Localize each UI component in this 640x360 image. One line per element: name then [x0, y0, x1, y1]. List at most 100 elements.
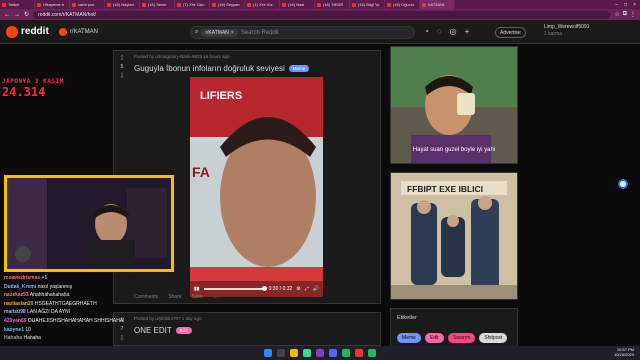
tab-label: (16) 'NEDR — [323, 2, 344, 7]
subreddit-selector[interactable]: r/KATMAN — [55, 26, 102, 38]
post-title[interactable]: Guguyla İbonun infoların doğruluk seviye… — [134, 64, 285, 73]
obs-icon[interactable] — [355, 349, 363, 357]
close-window-icon[interactable]: × — [633, 2, 636, 8]
tag-chip[interactable]: Tasarım — [447, 333, 476, 343]
chat-username[interactable]: Hahaha — [4, 335, 22, 341]
tag-chip[interactable]: Meme — [397, 333, 421, 343]
create-post-icon[interactable]: + — [465, 27, 470, 36]
chrome-icon[interactable] — [303, 349, 311, 357]
browser-tab[interactable]: (16) Sesin — [140, 0, 175, 9]
progress-handle[interactable] — [262, 286, 268, 291]
subreddit-icon — [58, 27, 67, 36]
chat-message: 420yan69 OUAHEJISHISHAHAHAHAH SHHISHAHAH… — [4, 317, 124, 326]
back-icon[interactable]: ← — [4, 12, 10, 18]
star-icon[interactable]: ☆ — [614, 11, 619, 18]
spotify-icon[interactable] — [342, 349, 350, 357]
post-title-row[interactable]: Guguyla İbonun infoların doğruluk seviye… — [134, 64, 310, 73]
volume-icon[interactable]: 🔊 — [313, 286, 319, 292]
notification-icon[interactable]: ◎ — [450, 27, 457, 36]
forward-icon[interactable]: → — [14, 12, 20, 18]
browser-tab[interactable]: (16) 'NEDR — [315, 0, 350, 9]
chat-icon[interactable]: ◌ — [437, 27, 442, 36]
search-taskbar-icon[interactable] — [277, 349, 285, 357]
puzzle-icon[interactable]: ⧉ — [623, 11, 627, 18]
chat-username[interactable]: kaoyne1 — [4, 327, 24, 333]
tag-chip[interactable]: Edit — [424, 333, 444, 343]
settings-icon[interactable]: ⚙ — [296, 286, 300, 292]
post-flair[interactable]: Edit — [175, 327, 192, 334]
share-button[interactable]: Share — [168, 294, 181, 300]
play-icon[interactable]: ▮▮ — [194, 286, 200, 292]
browser-tab[interactable]: (18) Naylad — [105, 0, 140, 9]
chat-text: HSGEATHTGAEGRHAETH — [34, 300, 97, 307]
chat-username[interactable]: moawedriemas — [4, 275, 40, 281]
advertise-button[interactable]: Advertise — [495, 27, 526, 38]
windows-taskbar — [0, 346, 640, 360]
video-player[interactable]: LIFIERS FA ▮▮ 0:30 / 0:32 ⚙ ⤢ 🔊 — [190, 77, 323, 297]
browser-tab[interactable]: (16) Oğuzlu — [385, 0, 420, 9]
post-flair[interactable]: Meme — [288, 65, 310, 72]
chat-username[interactable]: Dudak_Kremi — [4, 284, 36, 290]
chat-username[interactable]: nazekaz53 — [4, 292, 29, 298]
chat-username[interactable]: 420yan69 — [4, 318, 27, 324]
reddit-wordmark: reddit — [21, 26, 49, 37]
file-explorer-icon[interactable] — [290, 349, 298, 357]
close-icon[interactable]: × — [231, 30, 234, 36]
browser-tab[interactable]: (16) Nasi — [280, 0, 315, 9]
reload-icon[interactable]: ↻ — [24, 11, 29, 18]
post-card[interactable]: ⇧ 7 ⇩ Posted by u/yildirim707 1 day ago … — [113, 312, 381, 346]
maximize-icon[interactable]: □ — [624, 2, 627, 8]
popular-icon[interactable]: ◔ — [424, 27, 429, 36]
discord-icon[interactable] — [329, 349, 337, 357]
system-clock[interactable]: 10:57 PM 10/26/2023 — [614, 347, 634, 357]
chat-text: Ahahhahahahaha — [29, 292, 70, 299]
comments-button[interactable]: Comments — [134, 294, 158, 300]
tag-chip[interactable]: Shitpost — [479, 333, 508, 343]
browser-tab[interactable]: (7) X'te Gün — [175, 0, 210, 9]
chat-username[interactable]: maitsu98 — [4, 309, 26, 315]
browser-tab[interactable]: cardi pue — [70, 0, 105, 9]
chat-message: Hahaha Hahaha — [4, 334, 124, 343]
extensions: ☆ ⧉ ⋮ — [614, 11, 636, 18]
video-frame: LIFIERS FA — [190, 77, 323, 297]
tab-label: (18) Naylad — [113, 2, 134, 7]
chat-username[interactable]: nazliaslan20 — [4, 301, 33, 307]
minimize-icon[interactable]: – — [615, 2, 618, 8]
browser-tab[interactable]: Hikayeme b — [35, 0, 70, 9]
tab-favicon-icon — [317, 2, 321, 7]
twitch-icon[interactable] — [316, 349, 324, 357]
chat-text: nasıl yaşlanmış — [37, 283, 73, 290]
browser-tab[interactable]: (1) X'te Kız — [245, 0, 280, 9]
search-scope-chip[interactable]: r/KATMAN × — [201, 28, 238, 37]
fullscreen-icon[interactable]: ⤢ — [305, 286, 309, 292]
sidebar-image-card[interactable]: Hayat suan guzel boyle iyi yani — [390, 46, 518, 164]
post-title[interactable]: ONE EDIT — [134, 326, 172, 335]
browser-tab[interactable]: (16) Bilgi Yo — [350, 0, 385, 9]
menu-icon[interactable]: ⋮ — [630, 11, 636, 18]
start-icon[interactable] — [264, 349, 272, 357]
browser-tab[interactable]: (16) Seyyan — [210, 0, 245, 9]
tags-list: Meme Edit Tasarım Shitpost — [397, 333, 508, 343]
browser-tab[interactable]: KATMAN — [420, 0, 455, 9]
tab-label: (16) Seyyan — [218, 2, 240, 7]
url-field[interactable]: reddit.com/r/KATMAN/hot/ — [33, 10, 611, 19]
search-placeholder: Search Reddit — [240, 29, 279, 36]
reddit-logo[interactable]: reddit — [6, 25, 49, 38]
user-menu[interactable]: Limp_Werewolf5091 1 karma — [544, 24, 590, 38]
downvote-icon[interactable]: ⇩ — [119, 72, 125, 80]
sidebar-image-card[interactable]: FFBIPT EXE IBLICI — [390, 172, 518, 300]
upvote-icon[interactable]: ⇧ — [119, 54, 125, 62]
save-button[interactable]: Save — [192, 294, 203, 300]
svg-text:LIFIERS: LIFIERS — [200, 90, 242, 102]
vote-column: ⇧ 5 ⇩ — [114, 51, 130, 80]
browser-tab[interactable]: Twitch — [0, 0, 35, 9]
search-bar[interactable]: ⌕ r/KATMAN × Search Reddit — [190, 26, 415, 39]
video-progress[interactable] — [203, 286, 268, 291]
post-title-row[interactable]: ONE EDIT Edit — [134, 326, 192, 335]
header-icons: ◔ ◌ ◎ + — [424, 27, 469, 36]
chat-message: maitsu98 LAN AĞZI DA AYNI — [4, 308, 124, 317]
app-icon[interactable] — [368, 349, 376, 357]
floating-scroll-button[interactable] — [618, 179, 628, 189]
tab-favicon-icon — [72, 2, 76, 7]
more-options-button[interactable]: … — [213, 294, 218, 300]
